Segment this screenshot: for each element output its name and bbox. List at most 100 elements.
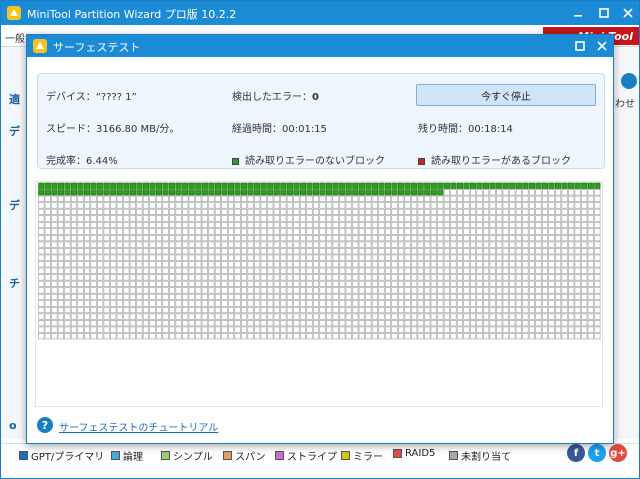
scanned-block xyxy=(240,189,248,196)
pending-block xyxy=(574,313,581,320)
pending-block xyxy=(155,208,163,216)
pending-block xyxy=(57,221,64,229)
pending-block xyxy=(149,195,156,202)
pending-block xyxy=(515,306,522,314)
pending-block xyxy=(378,306,385,314)
pending-block xyxy=(195,274,202,281)
pending-block xyxy=(352,254,359,261)
pending-block xyxy=(312,306,320,314)
help-orb-icon[interactable] xyxy=(621,73,637,89)
pending-block xyxy=(97,235,104,242)
scanned-block xyxy=(568,182,575,189)
scanned-block xyxy=(535,182,542,189)
pending-block xyxy=(515,320,522,327)
scanned-block xyxy=(541,182,549,189)
pending-block xyxy=(535,254,542,261)
pending-block xyxy=(496,293,503,301)
pending-block xyxy=(339,221,346,229)
pending-block xyxy=(182,228,189,235)
pending-block xyxy=(240,293,248,301)
pending-block xyxy=(469,208,477,216)
pending-block xyxy=(175,320,182,327)
pending-block xyxy=(397,293,405,301)
pending-block xyxy=(561,215,568,222)
pending-block xyxy=(312,208,320,216)
tutorial-link[interactable]: サーフェステストのチュートリアル xyxy=(59,419,218,434)
pending-block xyxy=(522,248,529,255)
pending-block xyxy=(123,300,130,307)
pending-block xyxy=(548,333,555,340)
pending-block xyxy=(561,235,568,242)
pending-block xyxy=(136,261,143,268)
pending-block xyxy=(469,195,477,202)
pending-block xyxy=(424,287,431,294)
pending-block xyxy=(175,195,182,202)
pending-block xyxy=(38,313,45,320)
pending-block xyxy=(201,320,208,327)
pending-block xyxy=(339,306,346,314)
pending-block xyxy=(240,202,248,209)
pending-block xyxy=(169,287,176,294)
pending-block xyxy=(70,202,78,209)
dialog-close-button[interactable] xyxy=(593,38,611,54)
facebook-icon[interactable]: f xyxy=(567,444,585,462)
dialog-maximize-button[interactable] xyxy=(571,38,589,54)
pending-block xyxy=(214,300,221,307)
pending-block xyxy=(293,221,300,229)
pending-block xyxy=(430,320,437,327)
pending-block xyxy=(581,333,588,340)
pending-block xyxy=(352,280,359,287)
close-button[interactable] xyxy=(617,4,639,22)
dialog-titlebar: サーフェステスト xyxy=(27,35,613,57)
pending-block xyxy=(299,320,307,327)
pending-block xyxy=(522,195,529,202)
twitter-icon[interactable]: t xyxy=(588,444,606,462)
pending-block xyxy=(123,221,130,229)
menu-item-general[interactable]: 一般 xyxy=(5,30,25,45)
pending-block xyxy=(103,293,110,301)
pending-block xyxy=(548,202,555,209)
pending-block xyxy=(417,221,424,229)
pending-block xyxy=(149,248,156,255)
pending-block xyxy=(299,221,307,229)
pending-block xyxy=(254,248,261,255)
maximize-button[interactable] xyxy=(593,4,615,22)
legend-label: RAID5 xyxy=(405,448,436,459)
pending-block xyxy=(234,208,241,216)
pending-block xyxy=(70,195,78,202)
pending-block xyxy=(535,228,542,235)
pending-block xyxy=(489,189,496,196)
help-icon[interactable]: ? xyxy=(37,417,53,433)
pending-block xyxy=(411,333,418,340)
pending-block xyxy=(90,228,97,235)
pending-block xyxy=(443,267,450,274)
stop-now-button[interactable]: 今すぐ停止 xyxy=(416,84,596,106)
pending-block xyxy=(574,306,581,314)
pending-block xyxy=(378,235,385,242)
pending-block xyxy=(391,221,398,229)
pending-block xyxy=(528,261,535,268)
pending-block xyxy=(404,261,411,268)
pending-block xyxy=(515,254,522,261)
scanned-block xyxy=(70,182,78,189)
pending-block xyxy=(293,254,300,261)
pending-block xyxy=(51,300,58,307)
pending-block xyxy=(142,313,150,320)
pending-block xyxy=(267,326,274,333)
pending-block xyxy=(332,280,339,287)
scanned-block xyxy=(483,182,490,189)
pending-block xyxy=(77,261,84,268)
pending-block xyxy=(38,195,45,202)
pending-block xyxy=(319,274,326,281)
contact-fragment[interactable]: わせ xyxy=(615,95,635,110)
pending-block xyxy=(77,254,84,261)
scanned-block xyxy=(214,182,221,189)
pending-block xyxy=(38,215,45,222)
google-plus-icon[interactable]: g+ xyxy=(609,444,627,462)
pending-block xyxy=(306,254,313,261)
pending-block xyxy=(535,300,542,307)
pending-block xyxy=(450,326,457,333)
pending-block xyxy=(77,235,84,242)
pending-block xyxy=(260,267,267,274)
minimize-button[interactable] xyxy=(567,4,589,22)
